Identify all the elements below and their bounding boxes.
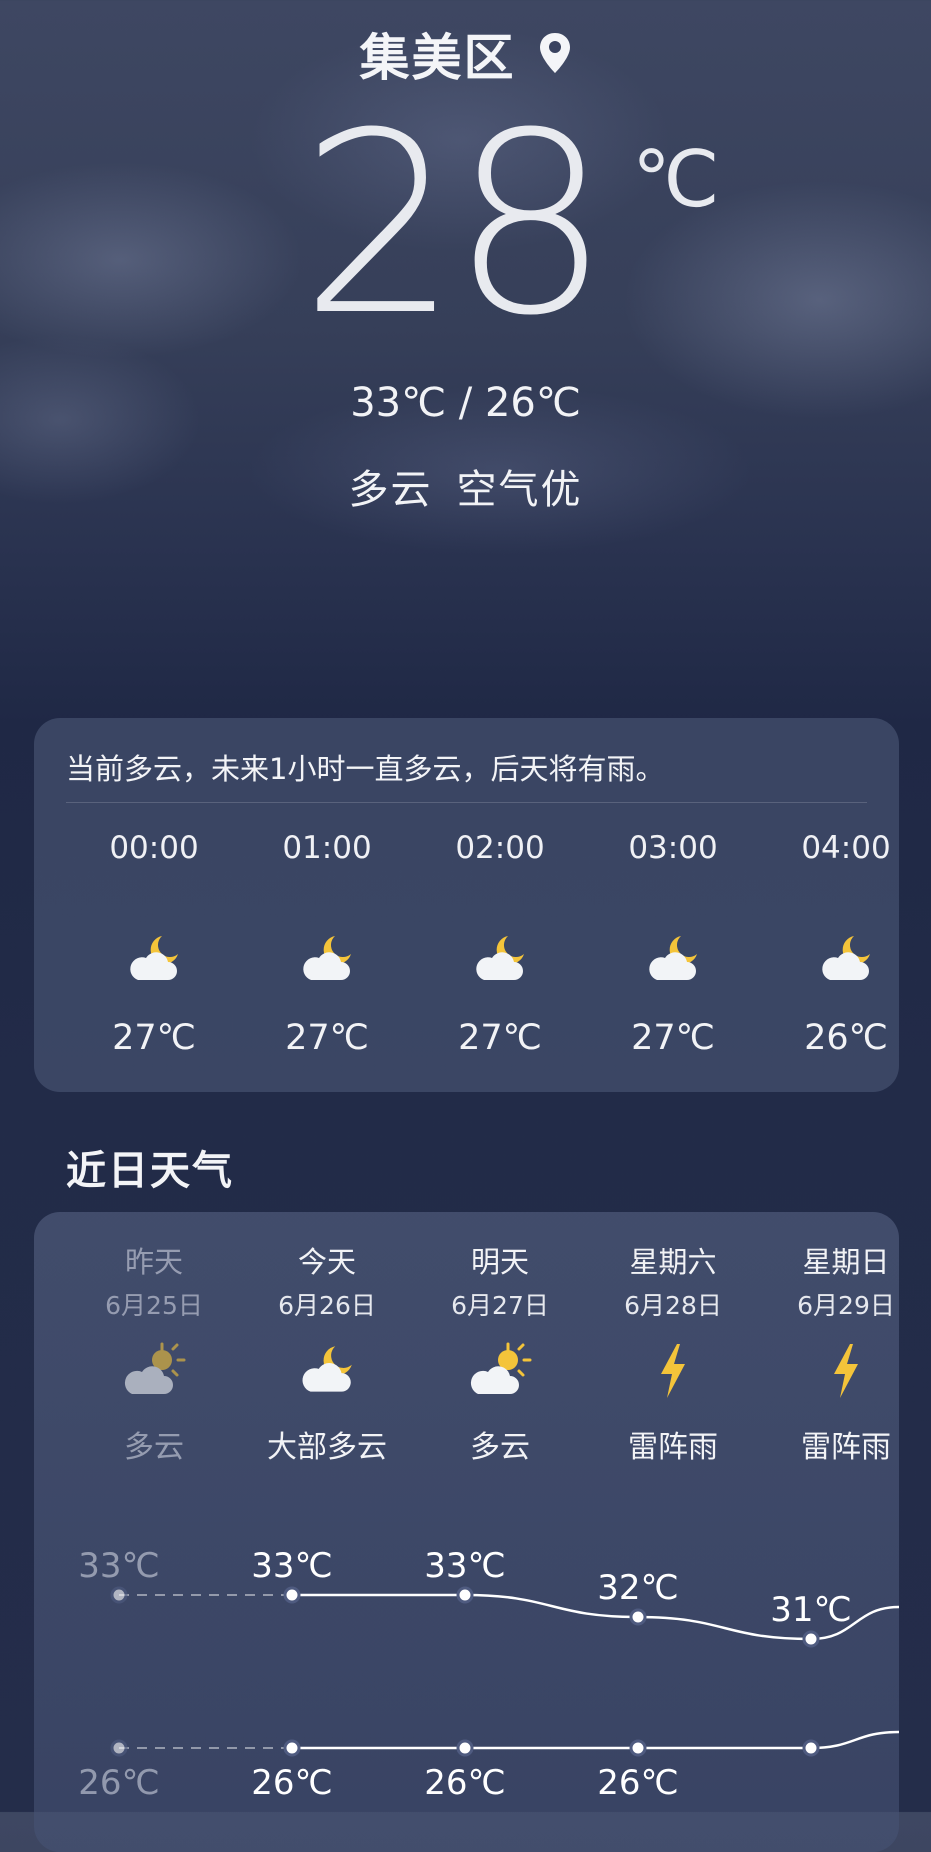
low-temp-label: 26℃: [597, 1763, 678, 1803]
high-temp-label: 31℃: [770, 1590, 851, 1630]
night-partly-cloudy-icon: [420, 930, 580, 990]
hour-time: 03:00: [628, 830, 718, 866]
low-temp-point: [629, 1739, 647, 1757]
high-temp-point: [802, 1630, 820, 1648]
current-condition-row: 多云 空气优: [0, 457, 931, 515]
high-temp-label: 33℃: [424, 1546, 505, 1586]
hour-time: 01:00: [282, 830, 372, 866]
high-temp-point: [456, 1586, 474, 1604]
high-temp-point: [110, 1586, 128, 1604]
high-temp-label: 32℃: [597, 1568, 678, 1608]
hourly-forecast-card[interactable]: 当前多云，未来1小时一直多云，后天将有雨。 00:00 27℃ 01:00 27…: [34, 718, 899, 1092]
night-partly-cloudy-icon: [593, 930, 753, 990]
current-condition: 多云: [348, 467, 433, 513]
night-partly-cloudy-icon: [766, 930, 926, 990]
hour-time: 04:00: [801, 830, 891, 866]
high-temp-label: 33℃: [78, 1546, 159, 1586]
hour-temp: 26℃: [804, 1018, 888, 1058]
low-temp-point: [283, 1739, 301, 1757]
current-temperature: 28: [300, 79, 610, 370]
hour-temp: 27℃: [285, 1018, 369, 1058]
location-pin-icon: [538, 29, 572, 87]
hourly-item: 04:00 26℃: [766, 828, 926, 1058]
section-title-recent-weather: 近日天气: [66, 1148, 234, 1194]
low-temp-point: [456, 1739, 474, 1757]
night-partly-cloudy-icon: [247, 930, 407, 990]
temperature-unit: ℃: [632, 135, 720, 225]
hourly-item: 01:00 27℃: [247, 828, 407, 1058]
hour-temp: 27℃: [631, 1018, 715, 1058]
today-temp-range: 33℃ / 26℃: [350, 380, 581, 426]
low-temp-label: 26℃: [424, 1763, 505, 1803]
hour-time: 02:00: [455, 830, 545, 866]
high-temp-label: 33℃: [251, 1546, 332, 1586]
hourly-item: 02:00 27℃: [420, 828, 580, 1058]
hour-temp: 27℃: [458, 1018, 542, 1058]
hourly-item: 03:00 27℃: [593, 828, 753, 1058]
hourly-item: 00:00 27℃: [74, 828, 234, 1058]
temperature-trend-chart: 33℃ 26℃ 33℃ 26℃ 33℃ 26℃ 32℃ 26℃ 31℃: [78, 1546, 899, 1803]
low-temp-point: [110, 1739, 128, 1757]
high-temp-point: [283, 1586, 301, 1604]
divider: [66, 802, 867, 803]
forecast-summary: 当前多云，未来1小时一直多云，后天将有雨。: [66, 752, 665, 786]
hour-time: 00:00: [109, 830, 199, 866]
low-temp-label: 26℃: [78, 1763, 159, 1803]
low-temp-point: [802, 1739, 820, 1757]
air-quality[interactable]: 空气优: [457, 467, 583, 513]
daily-forecast-card[interactable]: 昨天 6月25日 多云 今天 6月26日 大部多云 明天 6月27日 多云 星期…: [34, 1212, 899, 1852]
night-partly-cloudy-icon: [74, 930, 234, 990]
hour-temp: 27℃: [112, 1018, 196, 1058]
low-temp-label: 26℃: [251, 1763, 332, 1803]
high-temp-point: [629, 1608, 647, 1626]
